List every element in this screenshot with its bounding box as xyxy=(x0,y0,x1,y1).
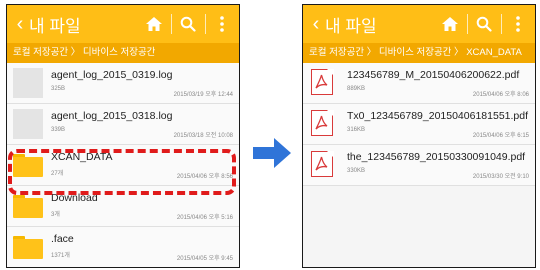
pdf-icon xyxy=(311,68,334,95)
file-size: 1371개 xyxy=(51,253,70,259)
file-date: 2015/03/30 오전 9:10 xyxy=(472,174,529,180)
list-item[interactable]: .face 1371개 2015/04/05 오후 9:45 xyxy=(7,227,239,267)
home-icon[interactable] xyxy=(137,5,171,43)
file-size: 330KB xyxy=(347,168,366,174)
back-icon[interactable]: ‹ xyxy=(307,14,325,34)
file-size: 3개 xyxy=(51,212,60,218)
breadcrumb[interactable]: 로컬 저장공간 〉 디바이스 저장공간 xyxy=(7,43,239,63)
file-date: 2015/04/05 오후 9:45 xyxy=(176,256,233,262)
back-icon[interactable]: ‹ xyxy=(11,14,29,34)
file-size: 339B xyxy=(51,127,66,133)
search-icon[interactable] xyxy=(171,5,205,43)
folder-icon xyxy=(13,195,43,218)
list-item[interactable]: Tx0_123456789_20150406181551.pdf 316KB 2… xyxy=(303,104,535,145)
file-name: .face xyxy=(51,233,74,245)
folder-icon xyxy=(13,236,43,259)
pdf-icon xyxy=(311,150,334,177)
more-options-icon[interactable] xyxy=(501,5,535,43)
list-item[interactable]: the_123456789_20150330091049.pdf 330KB 2… xyxy=(303,145,535,186)
home-icon[interactable] xyxy=(433,5,467,43)
app-bar: ‹ 내 파일 xyxy=(303,5,535,43)
file-name: the_123456789_20150330091049.pdf xyxy=(347,151,526,163)
file-name: Tx0_123456789_20150406181551.pdf xyxy=(347,110,529,122)
app-title: 내 파일 xyxy=(325,16,377,36)
file-date: 2015/03/18 오전 10:08 xyxy=(173,133,233,139)
list-item[interactable]: agent_log_2015_0318.log 339B 2015/03/18 … xyxy=(7,104,239,145)
app-title: 내 파일 xyxy=(29,16,81,36)
file-list: 123456789_M_20150406200622.pdf 889KB 201… xyxy=(303,63,535,267)
file-name: agent_log_2015_0318.log xyxy=(51,110,173,122)
file-date: 2015/03/19 오후 12:44 xyxy=(173,92,233,98)
more-options-icon[interactable] xyxy=(205,5,239,43)
document-thumbnail-icon xyxy=(13,109,43,139)
right-arrow-icon xyxy=(253,138,291,168)
left-phone-screen: ‹ 내 파일 로컬 저장공간 〉 디바이스 저장공간 agent_log_201… xyxy=(6,4,240,268)
pdf-icon xyxy=(311,109,334,136)
file-date: 2015/04/06 오후 6:15 xyxy=(472,133,529,139)
right-phone-screen: ‹ 내 파일 로컬 저장공간 〉 디바이스 저장공간 〉 XCAN_DATA 1… xyxy=(302,4,536,268)
list-item[interactable]: 123456789_M_20150406200622.pdf 889KB 201… xyxy=(303,63,535,104)
file-size: 325B xyxy=(51,86,66,92)
file-name: 123456789_M_20150406200622.pdf xyxy=(347,69,520,81)
search-icon[interactable] xyxy=(467,5,501,43)
breadcrumb[interactable]: 로컬 저장공간 〉 디바이스 저장공간 〉 XCAN_DATA xyxy=(303,43,535,63)
file-date: 2015/04/06 오후 5:16 xyxy=(176,215,233,221)
file-size: 889KB xyxy=(347,86,366,92)
document-thumbnail-icon xyxy=(13,68,43,98)
file-date: 2015/04/06 오후 8:06 xyxy=(472,92,529,98)
file-size: 316KB xyxy=(347,127,366,133)
list-item[interactable]: agent_log_2015_0319.log 325B 2015/03/19 … xyxy=(7,63,239,104)
app-bar: ‹ 내 파일 xyxy=(7,5,239,43)
selection-highlight xyxy=(8,149,236,195)
file-name: agent_log_2015_0319.log xyxy=(51,69,173,81)
